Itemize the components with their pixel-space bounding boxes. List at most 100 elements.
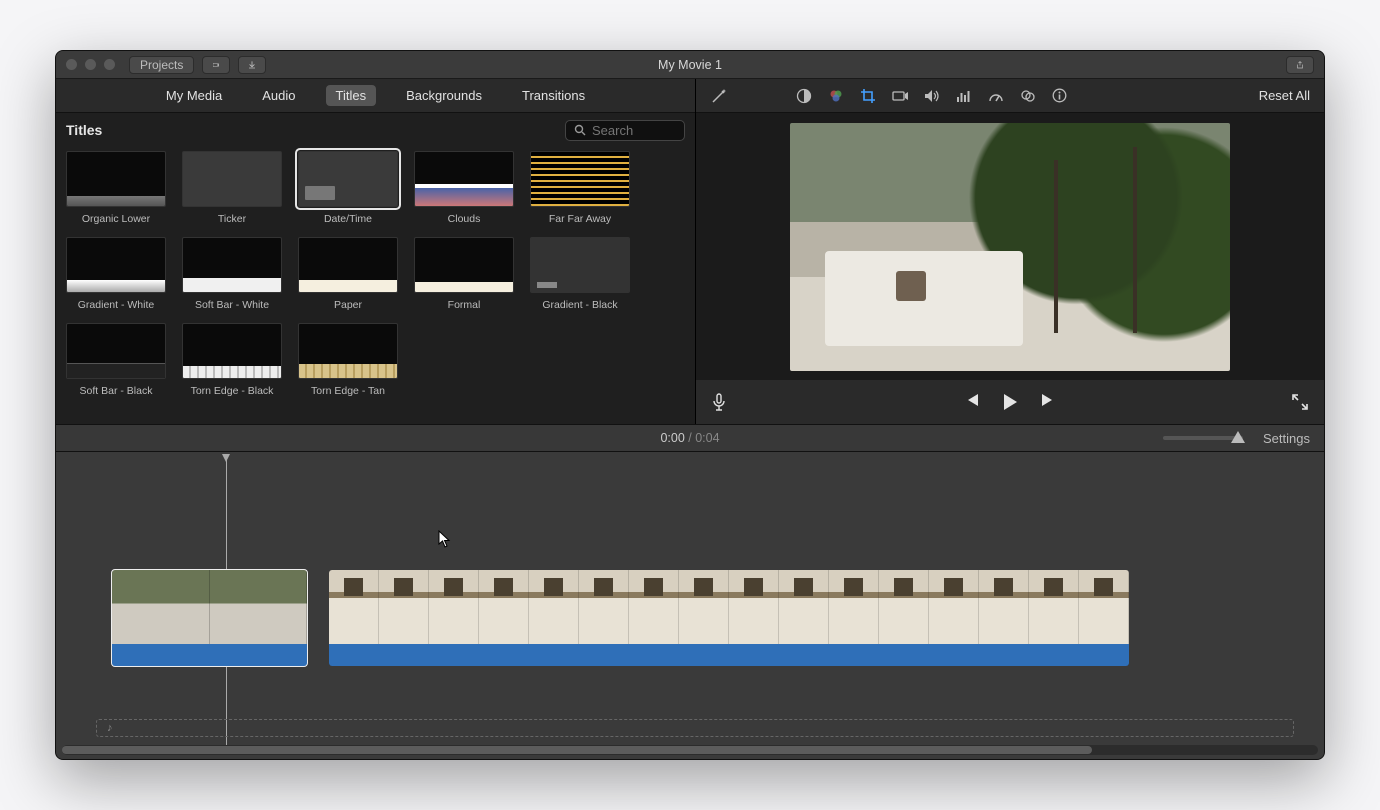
- current-time: 0:00: [660, 431, 684, 445]
- clip-audio[interactable]: [329, 644, 1129, 666]
- title-label: Soft Bar - Black: [66, 385, 166, 397]
- share-button[interactable]: [1286, 56, 1314, 74]
- titles-grid: Organic Lower Ticker Date/Time Clouds Far Fa…: [56, 147, 695, 424]
- cursor-icon: [438, 530, 452, 548]
- title-thumbnail: [298, 151, 398, 207]
- title-thumbnail: [298, 323, 398, 379]
- title-label: Paper: [298, 299, 398, 311]
- viewer-pane: Reset All: [696, 79, 1324, 424]
- title-tile[interactable]: Date/Time: [298, 151, 398, 225]
- search-input[interactable]: [592, 123, 672, 138]
- title-label: Date/Time: [298, 213, 398, 225]
- preview-viewer[interactable]: [696, 113, 1324, 380]
- volume-icon[interactable]: [924, 89, 942, 103]
- timeline-clip[interactable]: [329, 570, 1129, 666]
- color-correct-icon[interactable]: [828, 88, 846, 104]
- stabilize-icon[interactable]: [892, 89, 910, 103]
- title-thumbnail: [530, 237, 630, 293]
- magic-wand-icon[interactable]: [710, 87, 728, 105]
- tab-titles[interactable]: Titles: [326, 85, 377, 106]
- title-label: Gradient - Black: [530, 299, 630, 311]
- soundtrack-well[interactable]: ♪: [96, 719, 1294, 737]
- timeline-settings-button[interactable]: Settings: [1263, 431, 1310, 446]
- speed-icon[interactable]: [988, 89, 1006, 103]
- title-label: Organic Lower: [66, 213, 166, 225]
- video-track: [112, 570, 1294, 666]
- title-thumbnail: [414, 151, 514, 207]
- timeline-header: 0:00 / 0:04 Settings: [56, 424, 1324, 452]
- tab-my-media[interactable]: My Media: [156, 85, 232, 106]
- title-label: Formal: [414, 299, 514, 311]
- title-thumbnail: [182, 237, 282, 293]
- browser-subbar: Titles: [56, 113, 695, 147]
- inspector-toolbar: Reset All: [696, 79, 1324, 113]
- title-thumbnail: [66, 237, 166, 293]
- transport-bar: [696, 380, 1324, 424]
- title-thumbnail: [414, 237, 514, 293]
- tab-audio[interactable]: Audio: [252, 85, 305, 106]
- title-thumbnail: [530, 151, 630, 207]
- prev-icon[interactable]: [964, 393, 980, 411]
- title-tile[interactable]: Formal: [414, 237, 514, 311]
- minimize-icon[interactable]: [85, 59, 96, 70]
- title-thumbnail: [298, 237, 398, 293]
- zoom-slider[interactable]: [1163, 436, 1243, 440]
- title-tile[interactable]: Organic Lower: [66, 151, 166, 225]
- title-tile[interactable]: Gradient - White: [66, 237, 166, 311]
- zoom-icon[interactable]: [104, 59, 115, 70]
- import-media-button[interactable]: [202, 56, 230, 74]
- title-label: Gradient - White: [66, 299, 166, 311]
- preview-canvas: [790, 123, 1230, 371]
- traffic-lights: [66, 59, 115, 70]
- filters-icon[interactable]: [1020, 89, 1038, 103]
- reset-all-button[interactable]: Reset All: [1259, 88, 1310, 103]
- browser-heading: Titles: [66, 122, 102, 138]
- upper-pane: My Media Audio Titles Backgrounds Transi…: [56, 79, 1324, 424]
- timecode: 0:00 / 0:04: [56, 431, 1324, 445]
- search-icon: [574, 124, 586, 136]
- title-thumbnail: [182, 151, 282, 207]
- music-icon: ♪: [107, 722, 113, 734]
- titlebar: Projects My Movie 1: [56, 51, 1324, 79]
- title-label: Torn Edge - Tan: [298, 385, 398, 397]
- clip-audio[interactable]: [112, 644, 307, 666]
- timeline[interactable]: ♪: [56, 452, 1324, 759]
- voiceover-icon[interactable]: [712, 393, 726, 411]
- title-label: Clouds: [414, 213, 514, 225]
- search-field[interactable]: [565, 120, 685, 141]
- next-icon[interactable]: [1040, 393, 1056, 411]
- media-browser: My Media Audio Titles Backgrounds Transi…: [56, 79, 696, 424]
- title-tile[interactable]: Paper: [298, 237, 398, 311]
- timeline-clip[interactable]: [112, 570, 307, 666]
- title-tile[interactable]: Soft Bar - Black: [66, 323, 166, 397]
- download-button[interactable]: [238, 56, 266, 74]
- equalizer-icon[interactable]: [956, 89, 974, 103]
- color-balance-icon[interactable]: [796, 88, 814, 104]
- title-tile[interactable]: Torn Edge - Tan: [298, 323, 398, 397]
- projects-button[interactable]: Projects: [129, 56, 194, 74]
- title-thumbnail: [66, 323, 166, 379]
- tab-backgrounds[interactable]: Backgrounds: [396, 85, 492, 106]
- info-icon[interactable]: [1052, 88, 1070, 103]
- title-tile[interactable]: Ticker: [182, 151, 282, 225]
- title-tile[interactable]: Far Far Away: [530, 151, 630, 225]
- title-label: Soft Bar - White: [182, 299, 282, 311]
- play-icon[interactable]: [1002, 393, 1018, 411]
- title-label: Ticker: [182, 213, 282, 225]
- title-tile[interactable]: Soft Bar - White: [182, 237, 282, 311]
- title-tile[interactable]: Gradient - Black: [530, 237, 630, 311]
- duration: 0:04: [695, 431, 719, 445]
- title-thumbnail: [66, 151, 166, 207]
- title-tile[interactable]: Torn Edge - Black: [182, 323, 282, 397]
- close-icon[interactable]: [66, 59, 77, 70]
- app-window: Projects My Movie 1 My Media Audio Title…: [55, 50, 1325, 760]
- title-label: Torn Edge - Black: [182, 385, 282, 397]
- crop-icon[interactable]: [860, 88, 878, 104]
- title-thumbnail: [182, 323, 282, 379]
- tab-transitions[interactable]: Transitions: [512, 85, 595, 106]
- browser-tabs: My Media Audio Titles Backgrounds Transi…: [56, 79, 695, 113]
- title-tile[interactable]: Clouds: [414, 151, 514, 225]
- fullscreen-icon[interactable]: [1292, 394, 1308, 410]
- title-label: Far Far Away: [530, 213, 630, 225]
- timeline-scrollbar[interactable]: [62, 745, 1318, 755]
